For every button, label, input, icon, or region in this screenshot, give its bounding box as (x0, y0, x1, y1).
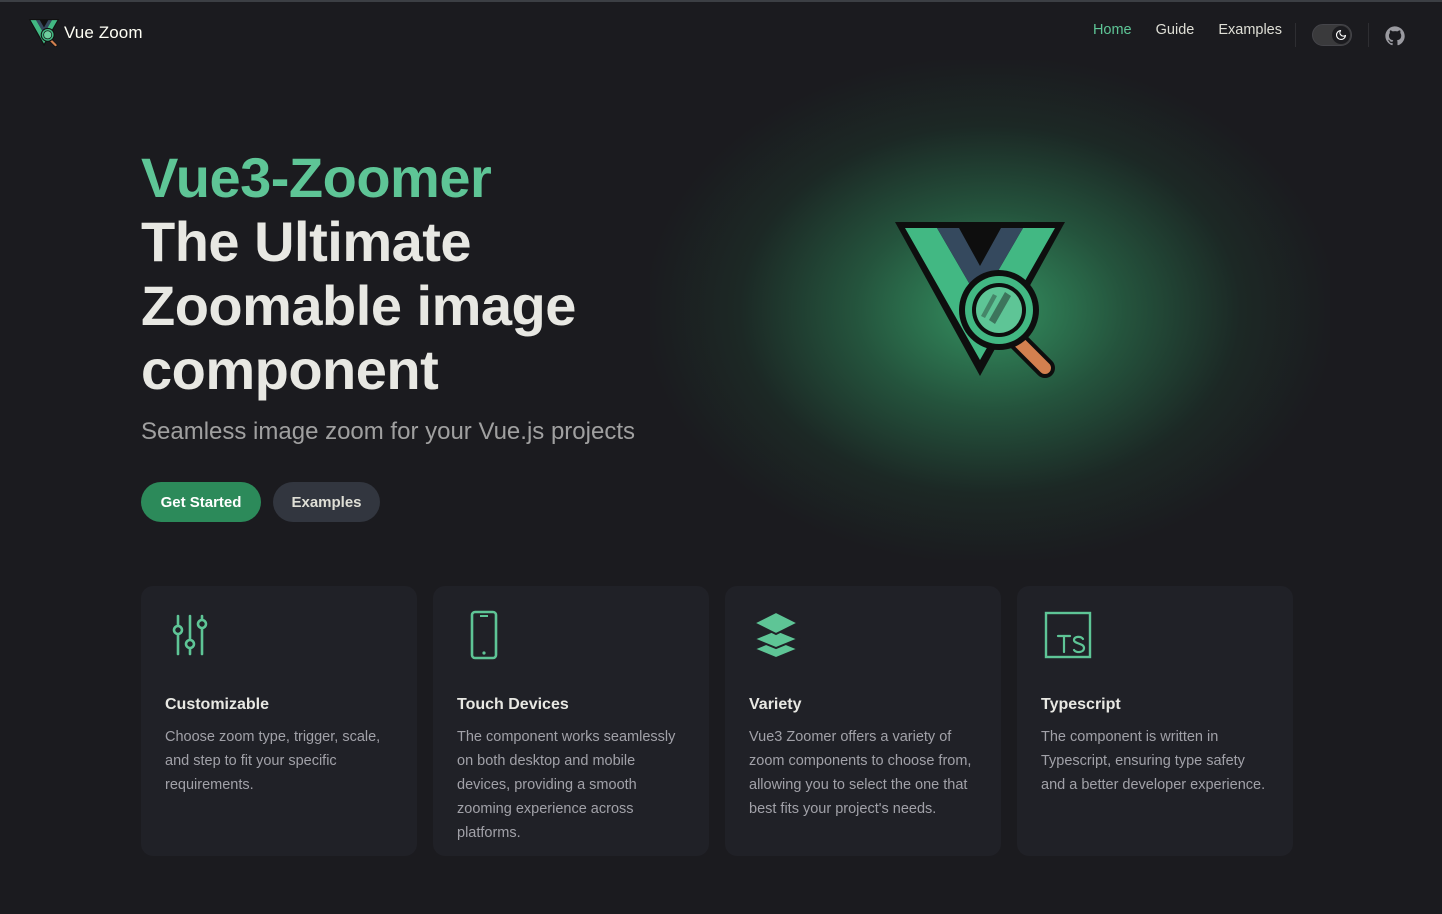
vue-zoom-logo-icon (28, 19, 60, 47)
typescript-icon (1044, 611, 1092, 659)
navbar: Vue Zoom Home Guide Examples (0, 2, 1442, 64)
feature-details: Vue3 Zoomer offers a variety of zoom com… (749, 729, 972, 817)
feature-card-customizable: Customizable Choose zoom type, trigger, … (141, 586, 417, 856)
feature-title: Customizable (165, 696, 270, 713)
mobile-phone-icon (470, 610, 498, 660)
layers-icon (751, 610, 801, 660)
hero-tagline-line-2: Zoomable image (141, 274, 576, 337)
feature-title: Variety (749, 696, 802, 713)
nav-link-home[interactable]: Home (1093, 22, 1132, 38)
vue-zoom-hero-logo-icon (895, 222, 1065, 378)
theme-toggle[interactable] (1312, 24, 1352, 46)
hero-subtitle: Seamless image zoom for your Vue.js proj… (141, 418, 635, 445)
theme-knob (1332, 26, 1350, 44)
nav-divider-2 (1368, 23, 1369, 47)
feature-card-touch-devices: Touch Devices The component works seamle… (433, 586, 709, 856)
hero-tagline-line-1: The Ultimate (141, 210, 472, 273)
feature-details: The component is written in Typescript, … (1041, 729, 1266, 793)
feature-title: Typescript (1041, 696, 1121, 713)
examples-button[interactable]: Examples (273, 482, 380, 522)
feature-title: Touch Devices (457, 696, 569, 713)
get-started-button[interactable]: Get Started (141, 482, 261, 522)
brand-title: Vue Zoom (64, 23, 143, 42)
feature-details: The component works seamlessly on both d… (457, 729, 676, 841)
brand-link[interactable]: Vue Zoom (28, 17, 143, 49)
nav-divider (1295, 23, 1296, 47)
feature-card-typescript: Typescript The component is written in T… (1017, 586, 1293, 856)
github-icon[interactable] (1384, 25, 1406, 47)
feature-details: Choose zoom type, trigger, scale, and st… (165, 729, 381, 793)
nav-link-examples[interactable]: Examples (1218, 22, 1282, 38)
feature-card-variety: Variety Vue3 Zoomer offers a variety of … (725, 586, 1001, 856)
hero-heading: Vue3-Zoomer The Ultimate Zoomable image … (141, 146, 741, 402)
features-section: Customizable Choose zoom type, trigger, … (141, 586, 1293, 856)
nav-link-guide[interactable]: Guide (1156, 22, 1195, 38)
hero-name: Vue3-Zoomer (141, 146, 492, 209)
nav-links: Home Guide Examples (1093, 22, 1282, 38)
moon-icon (1335, 29, 1347, 41)
sliders-icon (172, 614, 208, 656)
hero-tagline-line-3: component (141, 338, 439, 401)
